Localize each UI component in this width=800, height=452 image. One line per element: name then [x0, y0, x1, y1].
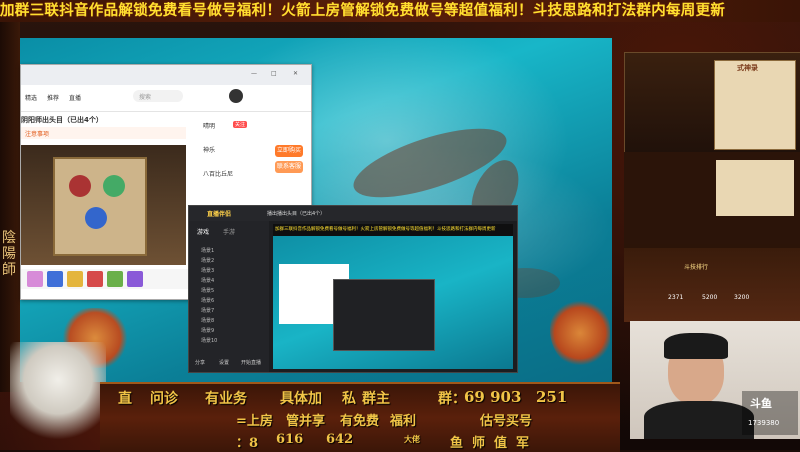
stat-value: 3200: [734, 294, 750, 301]
app-titlebar: 直播伴侣 播出播出头目（已出4个）: [189, 206, 517, 221]
nav-tab[interactable]: 精选: [25, 93, 37, 102]
scene-item[interactable]: 场景9: [201, 327, 214, 334]
window-maximize-button[interactable]: □: [271, 70, 277, 77]
shikigami-avatar-icon: [85, 207, 107, 229]
banner-text: 直: [118, 391, 132, 407]
item-icon: [47, 271, 63, 287]
nav-tab[interactable]: 推荐: [47, 93, 59, 102]
window-close-button[interactable]: ✕: [293, 70, 298, 77]
streaming-companion-app[interactable]: 直播伴侣 播出播出头目（已出4个） 游戏 手游 场景1 场景2 场景3 场景4 …: [188, 205, 518, 373]
scene-item[interactable]: 场景4: [201, 277, 214, 284]
share-button[interactable]: 分享: [195, 359, 205, 366]
stat-value: 2371: [668, 294, 684, 301]
tab-game[interactable]: 游戏: [197, 227, 209, 236]
tab-mobile-game[interactable]: 手游: [223, 227, 235, 236]
banner-text: 师: [472, 436, 486, 451]
game-screenshot-thumbnail[interactable]: [21, 145, 186, 265]
site-header: 精选 推荐 直播 搜索: [21, 85, 311, 112]
contact-service-button[interactable]: 联系客服: [275, 161, 303, 173]
douyu-watermark: 斗鱼 1739380: [742, 391, 798, 435]
banner-text: 具体加: [280, 391, 322, 407]
scene-item[interactable]: 场景8: [201, 317, 214, 324]
character-card-panel: [53, 157, 147, 256]
scene-item[interactable]: 场景6: [201, 297, 214, 304]
shikigami-avatar-icon: [69, 175, 91, 197]
qq-group-number: 251: [536, 388, 568, 406]
stat-value: 5200: [702, 294, 718, 301]
list-item: 八百比丘尼: [203, 171, 234, 178]
banner-text: 大佬: [404, 434, 420, 444]
scene-item[interactable]: 场景1: [201, 247, 214, 254]
douyin-id: 616: [276, 432, 304, 447]
banner-text: 私: [342, 391, 356, 407]
banner-text: =上房: [236, 414, 273, 429]
nav-tab[interactable]: 直播: [69, 93, 81, 102]
banner-text: 有免费: [340, 414, 380, 429]
flame-decoration-icon: [550, 298, 610, 368]
search-input[interactable]: 搜索: [133, 90, 183, 102]
ranking-panel: 斗技排行 2371 5200 3200: [624, 248, 800, 322]
user-avatar[interactable]: [229, 89, 243, 103]
game-inventory-panel: 式神录 斗技排行 2371 5200 3200: [624, 52, 800, 322]
banner-text: 福利: [390, 414, 417, 429]
qq-group-number: 69 903: [464, 388, 522, 406]
onmyoji-logo-vertical: 陰陽師: [2, 230, 16, 278]
scene-item[interactable]: 场景5: [201, 287, 214, 294]
scene-item[interactable]: 场景10: [201, 337, 217, 344]
item-icon: [27, 271, 43, 287]
left-decoration-rail: [0, 22, 20, 392]
nested-app-preview: [333, 279, 435, 351]
banner-text: 有业务: [205, 391, 247, 407]
promo-banner: 直 问诊 有业务 具体加 私 群主 群： 69 903 251 =上房 管并享 …: [100, 382, 620, 452]
app-title: 播出播出头目（已出4个）: [267, 211, 326, 217]
banner-text: 军: [516, 436, 530, 451]
app-logo: 直播伴侣: [207, 211, 232, 218]
scene-sidebar: 游戏 手游 场景1 场景2 场景3 场景4 场景5 场景6 场景7 场景8 场景…: [189, 221, 269, 372]
banner-text: 群主: [362, 391, 390, 407]
live-preview-area: 加群三联抖音作品解锁免费看号做号福利！火箭上房管解锁免费做号等超值福利！斗技思路…: [273, 224, 513, 369]
item-icon: [107, 271, 123, 287]
notice-bar: 注意事项: [21, 127, 186, 139]
buy-now-button[interactable]: 立即购买: [275, 145, 303, 157]
list-item: 神乐: [203, 147, 216, 154]
banner-text: 值: [494, 436, 508, 451]
streamer-shirt: [644, 401, 754, 439]
streamer-hair: [664, 333, 728, 359]
browser-tab-strip: [21, 65, 311, 85]
scrolling-marquee-text: 加群三联抖音作品解锁免费看号做号福利！火箭上房管解锁免费做号等超值福利！斗技思路…: [0, 0, 800, 22]
item-icon: [87, 271, 103, 287]
equipment-grid: [624, 152, 800, 244]
start-live-button[interactable]: 开始直播: [241, 359, 261, 366]
card-title: 式神录: [737, 64, 758, 72]
banner-text: 群：: [438, 391, 466, 407]
banner-text: ：8: [236, 436, 259, 451]
scene-item[interactable]: 场景7: [201, 307, 214, 314]
banner-text: 鱼: [450, 436, 464, 451]
scene-item[interactable]: 场景2: [201, 257, 214, 264]
item-icon: [127, 271, 143, 287]
follow-tag[interactable]: 关注: [233, 121, 248, 128]
douyin-id: 642: [326, 432, 354, 447]
settings-button[interactable]: 设置: [219, 359, 229, 366]
item-icon: [67, 271, 83, 287]
shikigami-record-card: 式神录: [714, 60, 796, 150]
shikigami-avatar-icon: [103, 175, 125, 197]
event-label: 斗技排行: [684, 264, 709, 271]
onmyoji-character-art: [10, 342, 106, 450]
list-item: 晴明: [203, 123, 216, 130]
equipment-detail-card: [716, 160, 794, 216]
scene-item[interactable]: 场景3: [201, 267, 214, 274]
window-minimize-button[interactable]: —: [251, 70, 257, 77]
streamer-webcam: 斗鱼 1739380: [630, 321, 800, 439]
banner-text: 管并享: [286, 414, 326, 429]
banner-text: 问诊: [150, 391, 178, 407]
listing-title: 阴阳师出头目（已出4个）: [21, 116, 103, 124]
banner-text: 估号买号: [480, 414, 533, 429]
preview-marquee: 加群三联抖音作品解锁免费看号做号福利！火箭上房管解锁免费做号等超值福利！斗技思路…: [275, 227, 496, 232]
